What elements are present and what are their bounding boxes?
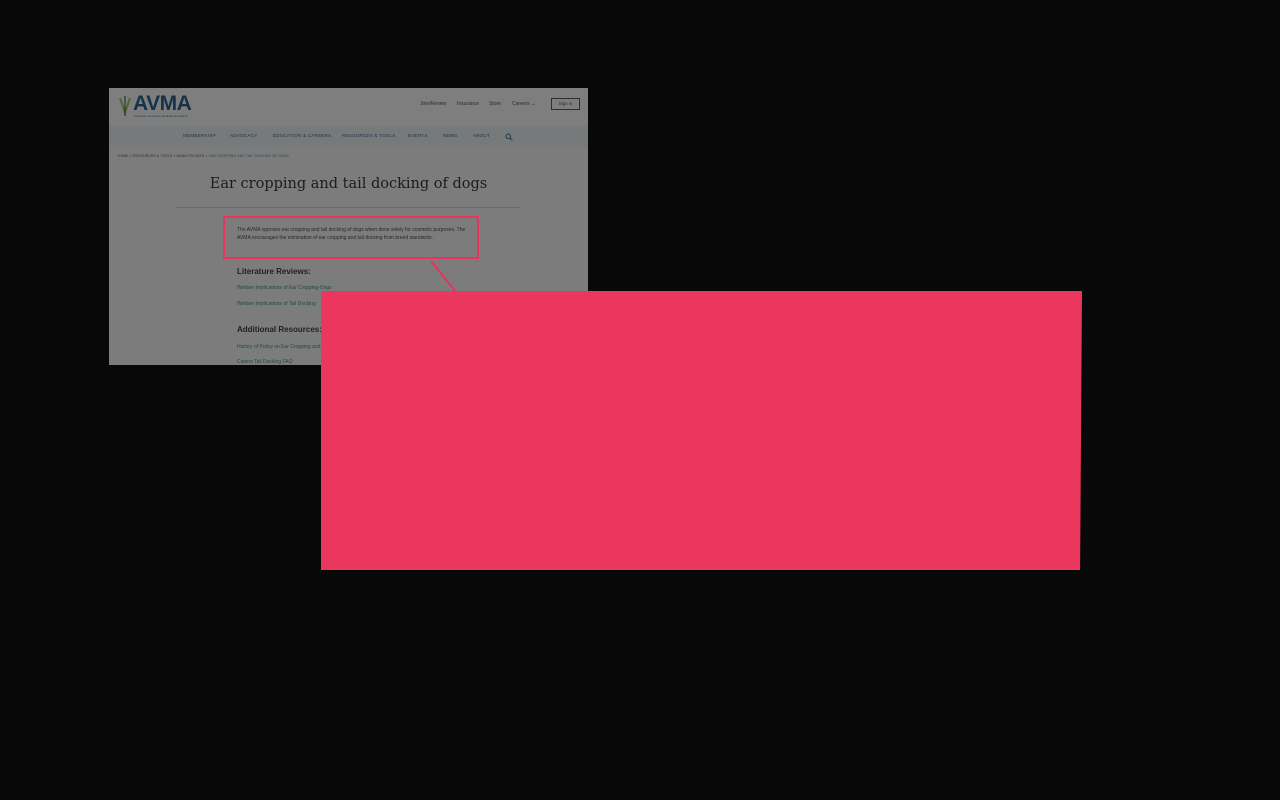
nav-resources-tools[interactable]: RESOURCES & TOOLS — [342, 133, 396, 138]
breadcrumb-separator: > — [129, 154, 132, 158]
literature-link-tail[interactable]: Welfare Implications of Tail Docking — [237, 301, 316, 307]
nav-news[interactable]: NEWS — [443, 133, 458, 138]
chevron-down-icon: ⌄ — [531, 101, 536, 107]
logo-tagline: American Veterinary Medical Association — [134, 114, 189, 118]
literature-heading: Literature Reviews: — [237, 267, 311, 276]
callout-panel — [321, 291, 1082, 570]
store-link[interactable]: Store — [489, 101, 501, 107]
site-header: AVMA American Veterinary Medical Associa… — [109, 88, 588, 126]
additional-link-history[interactable]: History of Policy on Ear Cropping and — [237, 344, 320, 350]
breadcrumb-separator: > — [173, 154, 176, 158]
join-renew-link[interactable]: Join/Renew — [420, 101, 446, 107]
nav-about[interactable]: ABOUT — [473, 133, 490, 138]
search-icon[interactable] — [505, 133, 513, 141]
breadcrumb: HOME > RESOURCES & TOOLS > AVMA POLICIES… — [118, 154, 289, 158]
careers-link[interactable]: Careers ⌄ — [512, 101, 535, 107]
nav-advocacy[interactable]: ADVOCACY — [230, 133, 257, 138]
breadcrumb-resources[interactable]: RESOURCES & TOOLS — [133, 154, 172, 158]
highlight-box — [223, 216, 479, 259]
additional-link-faq[interactable]: Canine Tail Docking FAQ — [237, 359, 293, 365]
careers-label: Careers — [512, 101, 530, 107]
breadcrumb-separator: > — [205, 154, 208, 158]
nav-membership[interactable]: MEMBERSHIP — [183, 133, 216, 138]
caduceus-icon — [119, 96, 131, 117]
insurance-link[interactable]: Insurance — [457, 101, 479, 107]
title-divider — [176, 207, 520, 208]
additional-heading: Additional Resources: — [237, 325, 322, 334]
sign-in-button[interactable]: Sign in — [551, 98, 580, 110]
breadcrumb-policies[interactable]: AVMA POLICIES — [177, 154, 205, 158]
nav-education-careers[interactable]: EDUCATION & CAREERS — [273, 133, 331, 138]
breadcrumb-current: EAR CROPPING AND TAIL DOCKING OF DOGS — [208, 154, 289, 158]
page-title: Ear cropping and tail docking of dogs — [209, 176, 488, 192]
breadcrumb-home[interactable]: HOME — [118, 154, 129, 158]
main-nav: MEMBERSHIP ADVOCACY EDUCATION & CAREERS … — [109, 126, 588, 147]
site-logo[interactable]: AVMA — [133, 93, 192, 115]
literature-link-ear[interactable]: Welfare Implications of Ear Cropping-Dog… — [237, 285, 332, 291]
nav-events[interactable]: EVENTS — [408, 133, 428, 138]
